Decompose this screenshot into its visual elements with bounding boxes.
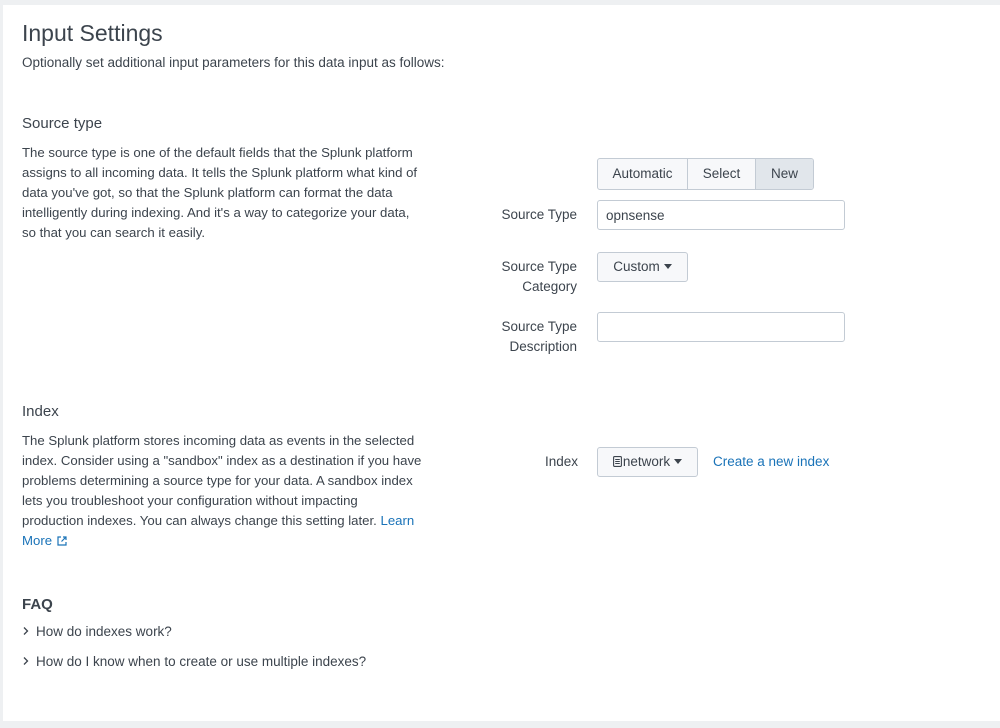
source-type-description-label: Source Type Description <box>447 317 577 357</box>
faq-item-label: How do indexes work? <box>36 624 172 639</box>
faq-item[interactable]: How do indexes work? <box>22 624 172 639</box>
faq-heading: FAQ <box>22 596 53 613</box>
index-value: network <box>622 454 671 469</box>
index-label: Index <box>544 454 578 469</box>
source-type-label: Source Type <box>501 207 577 222</box>
database-icon <box>612 456 622 467</box>
source-type-description-input[interactable] <box>597 312 845 342</box>
description-label-line1: Source Type <box>501 319 577 334</box>
category-value: Custom <box>613 259 660 274</box>
new-button[interactable]: New <box>756 159 813 189</box>
index-description-text: The Splunk platform stores incoming data… <box>22 433 422 528</box>
source-type-mode-toggle: Automatic Select New <box>597 158 814 190</box>
description-label-line2: Description <box>509 339 577 354</box>
source-type-category-dropdown[interactable]: Custom <box>597 252 688 282</box>
chevron-right-icon <box>23 627 29 635</box>
category-label-line1: Source Type <box>501 259 577 274</box>
caret-down-icon <box>674 459 683 464</box>
caret-down-icon <box>663 264 672 269</box>
automatic-button[interactable]: Automatic <box>598 159 688 189</box>
source-type-input[interactable] <box>597 200 845 230</box>
input-settings-panel: Input Settings Optionally set additional… <box>3 5 1000 721</box>
index-description: The Splunk platform stores incoming data… <box>22 431 422 551</box>
page-subtitle: Optionally set additional input paramete… <box>22 55 445 70</box>
faq-item-label: How do I know when to create or use mult… <box>36 654 367 669</box>
index-heading: Index <box>22 403 59 420</box>
category-label-line2: Category <box>522 279 577 294</box>
chevron-right-icon <box>23 657 29 665</box>
external-link-icon <box>57 536 67 546</box>
faq-item[interactable]: How do I know when to create or use mult… <box>22 654 366 669</box>
source-type-description: The source type is one of the default fi… <box>22 145 418 240</box>
create-new-index-link[interactable]: Create a new index <box>713 454 829 469</box>
source-type-heading: Source type <box>22 115 103 132</box>
source-type-category-label: Source Type Category <box>447 257 577 297</box>
select-button[interactable]: Select <box>688 159 756 189</box>
page-title: Input Settings <box>22 20 163 46</box>
index-dropdown[interactable]: network <box>597 447 698 477</box>
